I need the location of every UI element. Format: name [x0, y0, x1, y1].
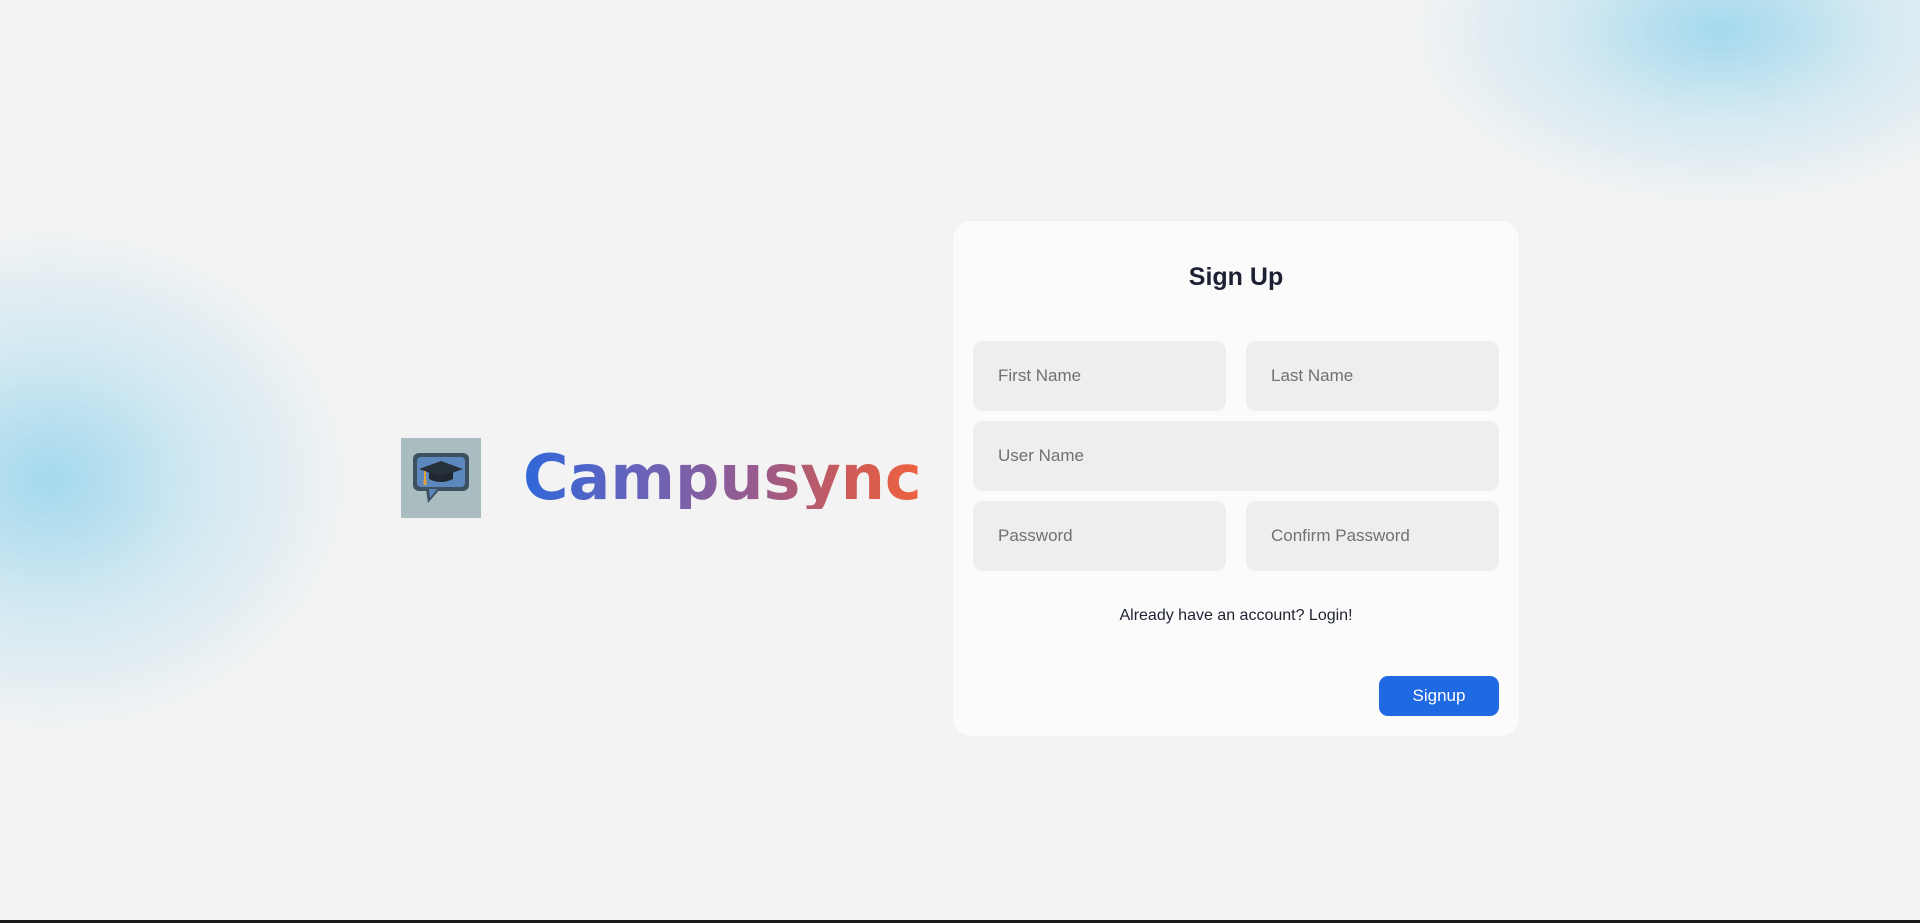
- first-name-input[interactable]: [973, 341, 1226, 411]
- background-glow-right: [1400, 0, 1920, 210]
- confirm-password-input[interactable]: [1246, 501, 1499, 571]
- last-name-input[interactable]: [1246, 341, 1499, 411]
- signup-page: Campusync Sign Up Already have an accoun…: [0, 0, 1920, 923]
- login-link[interactable]: Already have an account? Login!: [953, 607, 1519, 625]
- brand-header: Campusync: [401, 437, 922, 518]
- user-name-input[interactable]: [973, 421, 1499, 491]
- background-glow-left: [0, 220, 360, 740]
- signup-title: Sign Up: [1188, 263, 1284, 291]
- password-input[interactable]: [973, 501, 1226, 571]
- brand-name: Campusync: [523, 440, 922, 514]
- signup-button[interactable]: Signup: [1379, 676, 1499, 716]
- graduation-cap-speech-bubble-icon: [401, 437, 481, 518]
- signup-card: Sign Up Already have an account? Login! …: [953, 221, 1519, 736]
